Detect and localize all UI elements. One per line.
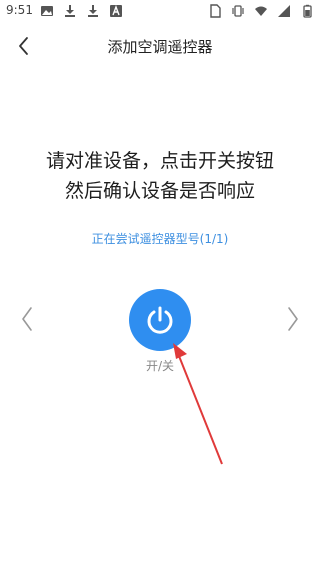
notification-icons (40, 4, 123, 18)
instruction-line-1: 请对准设备，点击开关按钮 (45, 150, 274, 172)
status-time: 9:51 (6, 3, 33, 17)
trying-model-status: 正在尝试遥控器型号(1/1) (91, 232, 229, 246)
wifi-icon (254, 4, 268, 18)
image-icon (40, 4, 54, 18)
instructions: 请对准设备，点击开关按钮 然后确认设备是否响应 (0, 146, 320, 206)
instruction-line-2: 然后确认设备是否响应 (64, 180, 255, 202)
battery-icon (300, 4, 314, 18)
a-badge-icon (109, 4, 123, 18)
power-icon (147, 306, 173, 334)
download-icon (86, 4, 100, 18)
chevron-left-icon (22, 307, 32, 331)
vibrate-icon (231, 4, 245, 18)
power-label: 开/关 (145, 359, 175, 373)
page-title: 添加空调遥控器 (107, 38, 213, 56)
system-icons (208, 4, 314, 18)
sim-icon (208, 4, 222, 18)
status-bar: 9:51 (0, 0, 320, 22)
next-model-button[interactable] (284, 304, 302, 334)
previous-model-button[interactable] (18, 304, 36, 334)
header: 添加空调遥控器 (0, 22, 320, 70)
download-icon (63, 4, 77, 18)
chevron-right-icon (288, 307, 298, 331)
signal-icon (277, 4, 291, 18)
annotation-arrow-icon (173, 343, 223, 465)
